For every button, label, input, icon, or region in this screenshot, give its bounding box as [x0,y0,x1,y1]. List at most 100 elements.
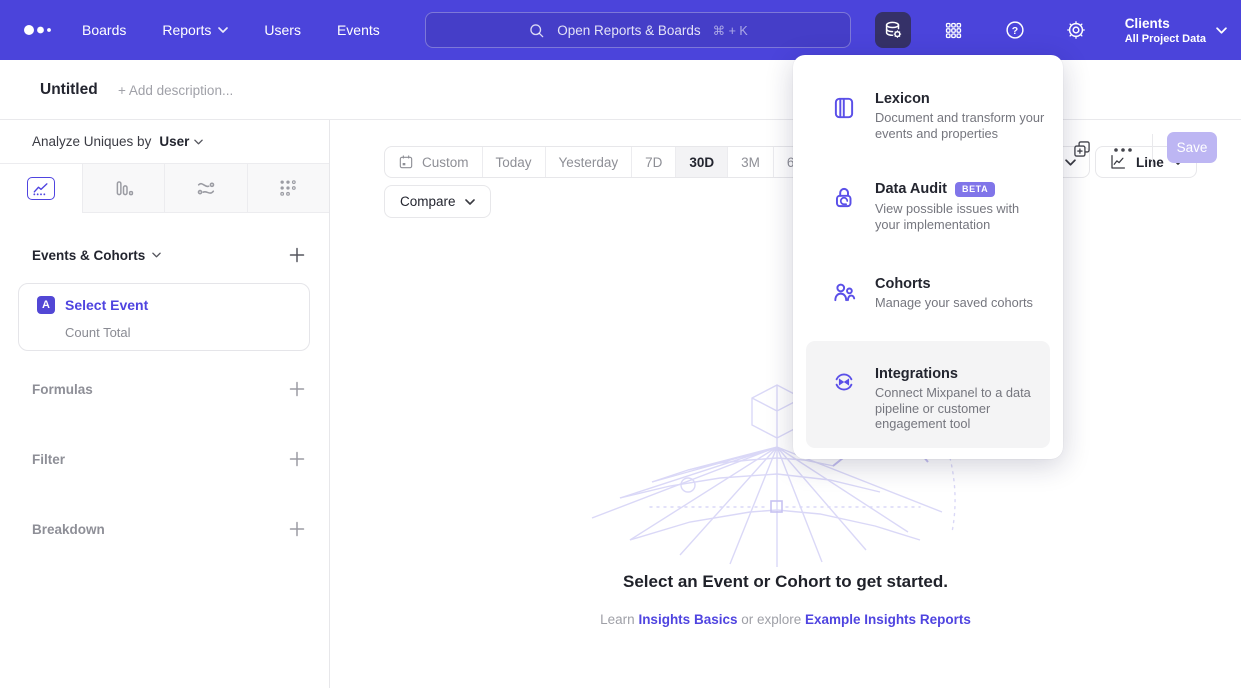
help-button[interactable]: ? [997,12,1033,48]
menu-item-title: Integrations [875,366,958,382]
database-gear-icon [882,19,904,41]
report-title[interactable]: Untitled [40,60,98,120]
select-event-label[interactable]: Select Event [65,297,148,313]
event-card[interactable]: A Select Event Count Total [18,283,310,351]
settings-button[interactable] [1058,12,1094,48]
duplicate-icon [1072,139,1092,159]
events-cohorts-toggle[interactable]: Events & Cohorts [32,248,161,263]
global-search-input[interactable]: Open Reports & Boards ⌘ + K [425,12,851,48]
add-formula-button[interactable] [289,381,305,397]
mixpanel-logo-icon[interactable] [20,18,60,42]
example-reports-link[interactable]: Example Insights Reports [805,612,971,627]
add-breakdown-button[interactable] [289,521,305,537]
svg-text:?: ? [1011,25,1017,37]
plus-icon [289,521,305,537]
formulas-section: Formulas [32,375,305,403]
org-name: Clients [1125,15,1206,32]
add-event-button[interactable] [289,247,305,263]
tab-flows[interactable] [164,164,247,213]
range-label: 3M [741,155,760,170]
range-label: Today [496,155,532,170]
range-3m[interactable]: 3M [727,147,773,177]
data-audit-title: Data Audit [875,181,947,197]
chevron-down-icon [194,139,203,145]
chevron-down-icon [1065,159,1076,166]
chevron-down-icon [152,252,161,258]
nav-item-boards[interactable]: Boards [82,22,126,38]
menu-item-title: Cohorts [875,276,931,292]
insights-line-icon [27,177,55,200]
help-middle: or explore [737,612,805,627]
apps-grid-button[interactable] [936,12,972,48]
report-description-placeholder[interactable]: + Add description... [118,60,233,120]
nav-item-reports[interactable]: Reports [162,22,228,38]
compare-dropdown[interactable]: Compare [384,185,491,218]
nav-item-label: Reports [162,22,211,38]
apps-grid-icon [943,20,964,41]
range-7d[interactable]: 7D [631,147,675,177]
analyze-row: Analyze Uniques by User [0,120,329,164]
insights-basics-link[interactable]: Insights Basics [638,612,737,627]
data-management-button[interactable] [875,12,911,48]
flows-icon [195,177,217,199]
project-selector[interactable]: Clients All Project Data [1125,15,1227,46]
chevron-down-icon [1216,27,1227,34]
chart-type-tabs [0,164,329,213]
chevron-down-icon [465,199,475,205]
analyze-unit-value: User [159,134,189,149]
nav-item-events[interactable]: Events [337,22,380,38]
nav-item-label: Users [264,22,301,38]
search-placeholder: Open Reports & Boards [557,23,700,38]
project-scope: All Project Data [1125,32,1206,46]
chevron-down-icon [218,27,228,33]
lexicon-description: Document and transform your events and p… [875,110,1047,141]
data-audit-icon [831,185,857,211]
integrations-title: Integrations [875,366,958,382]
add-filter-button[interactable] [289,451,305,467]
tab-retention[interactable] [247,164,330,213]
chart-style-label: Line [1136,155,1164,170]
beta-badge: BETA [955,182,995,197]
breakdown-section: Breakdown [32,515,305,543]
query-sidebar: Analyze Uniques by User [0,120,330,688]
lexicon-title: Lexicon [875,91,930,107]
event-series-badge: A [37,296,55,314]
lexicon-icon [831,95,857,121]
plus-icon [289,247,305,263]
save-button[interactable]: Save [1167,132,1217,163]
help-prefix: Learn [600,612,638,627]
analyze-prefix: Analyze Uniques by [32,134,151,149]
range-label: 7D [645,155,662,170]
menu-item-title: Lexicon [875,91,930,107]
plus-icon [289,381,305,397]
range-label: 30D [689,155,714,170]
range-yesterday[interactable]: Yesterday [545,147,632,177]
report-canvas: Custom Today Yesterday 7D 30D 3M 6M Line… [330,120,1241,688]
header-divider [1152,134,1153,166]
more-options-button[interactable] [1112,144,1134,156]
event-aggregation-label[interactable]: Count Total [65,325,131,340]
analyze-unit-dropdown[interactable]: User [159,134,203,149]
duplicate-report-button[interactable] [1072,139,1092,159]
range-today[interactable]: Today [482,147,545,177]
empty-state-title: Select an Event or Cohort to get started… [330,572,1241,592]
integrations-icon [831,369,857,395]
tab-bar[interactable] [82,164,165,213]
range-30d[interactable]: 30D [675,147,727,177]
cohorts-description: Manage your saved cohorts [875,295,1047,311]
events-cohorts-header: Events & Cohorts [32,241,305,269]
data-management-menu: Lexicon Document and transform your even… [793,55,1063,459]
nav-item-users[interactable]: Users [264,22,301,38]
filter-label: Filter [32,452,65,467]
menu-item-title: Data Audit BETA [875,181,995,197]
breakdown-label: Breakdown [32,522,105,537]
events-cohorts-label: Events & Cohorts [32,248,145,263]
compare-label: Compare [400,194,456,209]
empty-state-help-line: Learn Insights Basics or explore Example… [330,612,1241,627]
integrations-description: Connect Mixpanel to a data pipeline or c… [875,385,1047,432]
range-custom[interactable]: Custom [385,147,482,177]
nav-menu: Boards Reports Users Events [82,22,380,38]
tab-insights-line[interactable] [0,164,82,213]
data-audit-description: View possible issues with your implement… [875,201,1047,232]
filter-section: Filter [32,445,305,473]
